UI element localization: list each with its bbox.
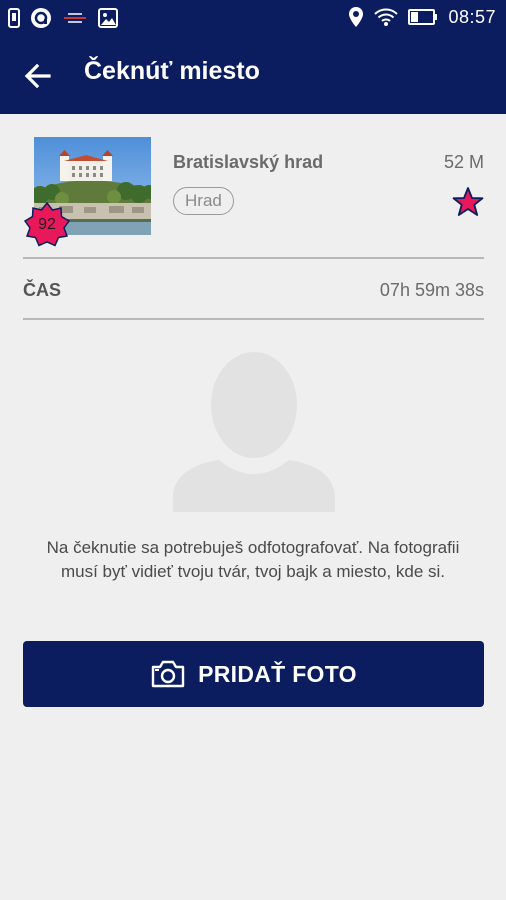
divider (23, 318, 484, 320)
place-category-tag: Hrad (173, 187, 234, 215)
favorite-button[interactable] (452, 186, 484, 218)
back-button[interactable] (22, 60, 54, 92)
signal-strength-notification-icon (62, 9, 88, 27)
battery-icon (408, 9, 438, 25)
arrow-left-icon (24, 63, 51, 89)
add-photo-button[interactable]: PRIDAŤ FOTO (23, 641, 484, 707)
divider (23, 257, 484, 259)
score-badge: 92 (23, 201, 71, 248)
instructions-text: Na čeknutie sa potrebuješ odfotografovať… (46, 538, 460, 581)
camera-icon (151, 660, 185, 688)
score-value: 92 (38, 216, 56, 233)
person-silhouette-icon (173, 352, 335, 512)
place-distance: 52 M (443, 152, 484, 172)
app-notification-icon (30, 7, 52, 29)
status-left-icons (8, 7, 118, 29)
status-time: 08:57 (448, 6, 496, 27)
sim-card-icon (8, 8, 20, 28)
add-photo-label: PRIDAŤ FOTO (198, 660, 357, 687)
page-title: Čeknúť miesto (84, 57, 260, 85)
status-right-icons: 08:57 (348, 6, 496, 28)
time-label: ČAS (23, 280, 62, 300)
image-notification-icon (98, 8, 118, 28)
place-name: Bratislavský hrad (173, 152, 324, 172)
time-value: 07h 59m 38s (379, 280, 484, 300)
location-icon (348, 6, 364, 28)
app-bar: Čeknúť miesto (0, 36, 506, 114)
status-bar: 08:57 (0, 0, 506, 36)
wifi-icon (374, 7, 399, 27)
star-icon (452, 187, 484, 216)
avatar-placeholder (171, 350, 337, 512)
